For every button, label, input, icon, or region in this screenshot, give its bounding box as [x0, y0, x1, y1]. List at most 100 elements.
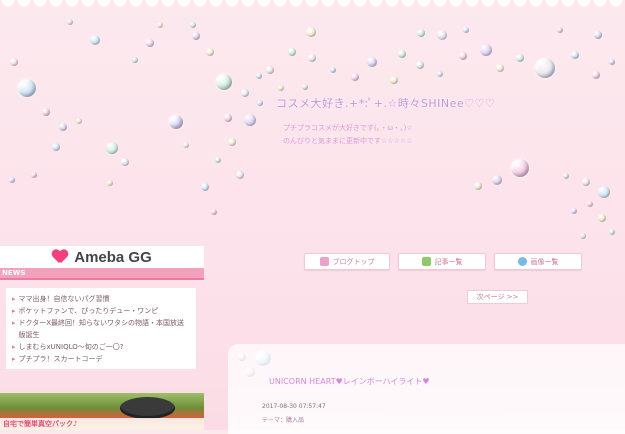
news-item[interactable]: ▸ しまむらxUNIQLO～旬のご一〇?	[12, 341, 190, 353]
rhinestone-gem	[480, 44, 492, 56]
article-list-label: 記事一覧	[434, 257, 463, 266]
rhinestone-gem	[266, 66, 274, 74]
next-page-button[interactable]: 次ページ >>	[467, 290, 528, 304]
ameba-gg-logo: Ameba GG	[74, 248, 152, 266]
notebook-icon	[421, 257, 431, 266]
blog-top-label: ブログトップ	[332, 257, 375, 266]
news-item-text: プチプラ！スカートコーデ	[18, 355, 103, 363]
rhinestone-gem	[132, 57, 138, 63]
rhinestone-gem	[146, 39, 154, 47]
lace-border	[0, 0, 625, 14]
home-icon	[319, 257, 329, 266]
rhinestone-gem	[609, 59, 615, 65]
camera-icon	[517, 257, 527, 266]
rhinestone-gem	[587, 201, 593, 207]
rhinestone-gem	[211, 209, 217, 215]
rhinestone-gem	[90, 35, 100, 45]
rhinestone-gem	[302, 84, 308, 90]
rhinestone-gem	[437, 30, 447, 40]
news-list: ▸ ママ出身！自信ないパグ習慣 ▸ ポケットファンで、ぴったりデュー・ワンピ ▸ ドク…	[6, 288, 196, 369]
rhinestone-gem	[206, 48, 214, 56]
rhinestone-gem	[236, 171, 244, 179]
rhinestone-gem	[516, 54, 524, 62]
rhinestone-gem	[535, 58, 555, 78]
rhinestone-gem	[278, 85, 284, 91]
rhinestone-gem	[52, 143, 60, 151]
rhinestone-gem	[9, 177, 15, 183]
rhinestone-gem	[571, 208, 577, 214]
vacuum-pack-banner[interactable]: 自宅で簡単真空パック♪	[0, 393, 204, 430]
news-item-text: ママ出身！自信ないパグ習慣	[18, 295, 110, 303]
ameba-gg-widget: Ameba GG NEWS ▸ ママ出身！自信ないパグ習慣 ▸ ポケットファンで、ぴ…	[0, 246, 204, 369]
news-item[interactable]: ▸ プチプラ！スカートコーデ	[12, 353, 190, 365]
news-item-text: ドクターX最終回！知らないワタシの物語・本国放送版誕生	[18, 319, 185, 339]
rhinestone-gem	[563, 173, 569, 179]
pan-image	[120, 397, 175, 419]
rhinestone-gem	[257, 100, 263, 106]
rhinestone-gem	[288, 48, 296, 56]
rhinestone-gem	[474, 182, 482, 190]
rhinestone-gem	[417, 29, 425, 37]
rhinestone-gem	[18, 79, 36, 97]
rhinestone-gem	[190, 22, 196, 28]
rhinestone-gem	[437, 71, 443, 77]
rhinestone-gem	[511, 159, 529, 177]
rhinestone-gem	[157, 22, 163, 28]
entry-title[interactable]: UNICORN HEART♥レインボーハイライト♥	[269, 376, 430, 387]
news-item[interactable]: ▸ ドクターX最終回！知らないワタシの物語・本国放送版誕生	[12, 317, 190, 341]
entry-theme[interactable]: テーマ：購入品	[262, 415, 304, 424]
rhinestone-gem	[598, 186, 610, 198]
blog-title[interactable]: コスメ大好き.+*:ﾟ+.☆時々SHINee♡♡♡	[276, 95, 495, 111]
rhinestone-gem	[557, 27, 563, 33]
rhinestone-gem	[256, 73, 262, 79]
rhinestone-gem	[121, 158, 129, 166]
news-item[interactable]: ▸ ママ出身！自信ないパグ習慣	[12, 293, 190, 305]
rhinestone-gem	[192, 32, 200, 40]
rhinestone-gem	[459, 52, 467, 60]
rhinestone-gem	[224, 114, 232, 122]
rhinestone-gem	[169, 115, 183, 129]
rhinestone-gem	[228, 138, 236, 146]
rhinestone-gem	[492, 175, 502, 185]
blog-description-line-1: プチプラコスメが大好きです(｡・ω・｡)☆	[283, 124, 413, 132]
rhinestone-gem	[241, 89, 249, 97]
rhinestone-gem	[215, 157, 221, 163]
rhinestone-gem	[594, 31, 602, 39]
blog-description: プチプラコスメが大好きです(｡・ω・｡)☆ のんびりと気ままに更新中です☆☆☆☆…	[283, 122, 413, 148]
entry-date: 2017-08-30 07:57:47	[262, 403, 326, 410]
rhinestone-gem	[416, 61, 424, 69]
rhinestone-gem	[582, 178, 590, 186]
rhinestone-gem	[390, 76, 398, 84]
rhinestone-gem	[59, 123, 67, 131]
rhinestone-gem	[31, 172, 37, 178]
rhinestone-gem	[183, 142, 189, 148]
ameba-gg-header[interactable]: Ameba GG	[0, 246, 204, 268]
rhinestone-gem	[10, 58, 18, 66]
article-list-button[interactable]: 記事一覧	[398, 253, 486, 270]
rhinestone-gem	[216, 74, 232, 90]
ameba-heart-icon	[52, 250, 68, 264]
news-item-text: しまむらxUNIQLO～旬のご一〇?	[18, 343, 124, 351]
rhinestone-gem	[398, 50, 406, 58]
rhinestone-gem	[592, 71, 600, 79]
rhinestone-gem	[76, 118, 82, 124]
rhinestone-gem	[598, 214, 606, 222]
rhinestone-gem	[496, 64, 504, 72]
rhinestone-gem	[367, 57, 377, 67]
rhinestone-gem	[107, 180, 113, 186]
rhinestone-gem	[609, 229, 615, 235]
rhinestone-gem	[351, 73, 359, 81]
news-item[interactable]: ▸ ポケットファンで、ぴったりデュー・ワンピ	[12, 305, 190, 317]
rhinestone-gem	[580, 233, 586, 239]
rhinestone-gem	[571, 51, 579, 59]
rhinestone-gem	[42, 108, 50, 116]
image-list-button[interactable]: 画像一覧	[494, 253, 582, 270]
rhinestone-gem	[330, 67, 336, 73]
blog-top-button[interactable]: ブログトップ	[304, 253, 390, 270]
news-label: NEWS	[0, 268, 204, 280]
image-list-label: 画像一覧	[530, 257, 559, 266]
rhinestone-gem	[67, 19, 73, 25]
rhinestone-gem	[244, 114, 256, 126]
news-item-text: ポケットファンで、ぴったりデュー・ワンピ	[18, 307, 159, 315]
rhinestone-gem	[306, 27, 316, 37]
